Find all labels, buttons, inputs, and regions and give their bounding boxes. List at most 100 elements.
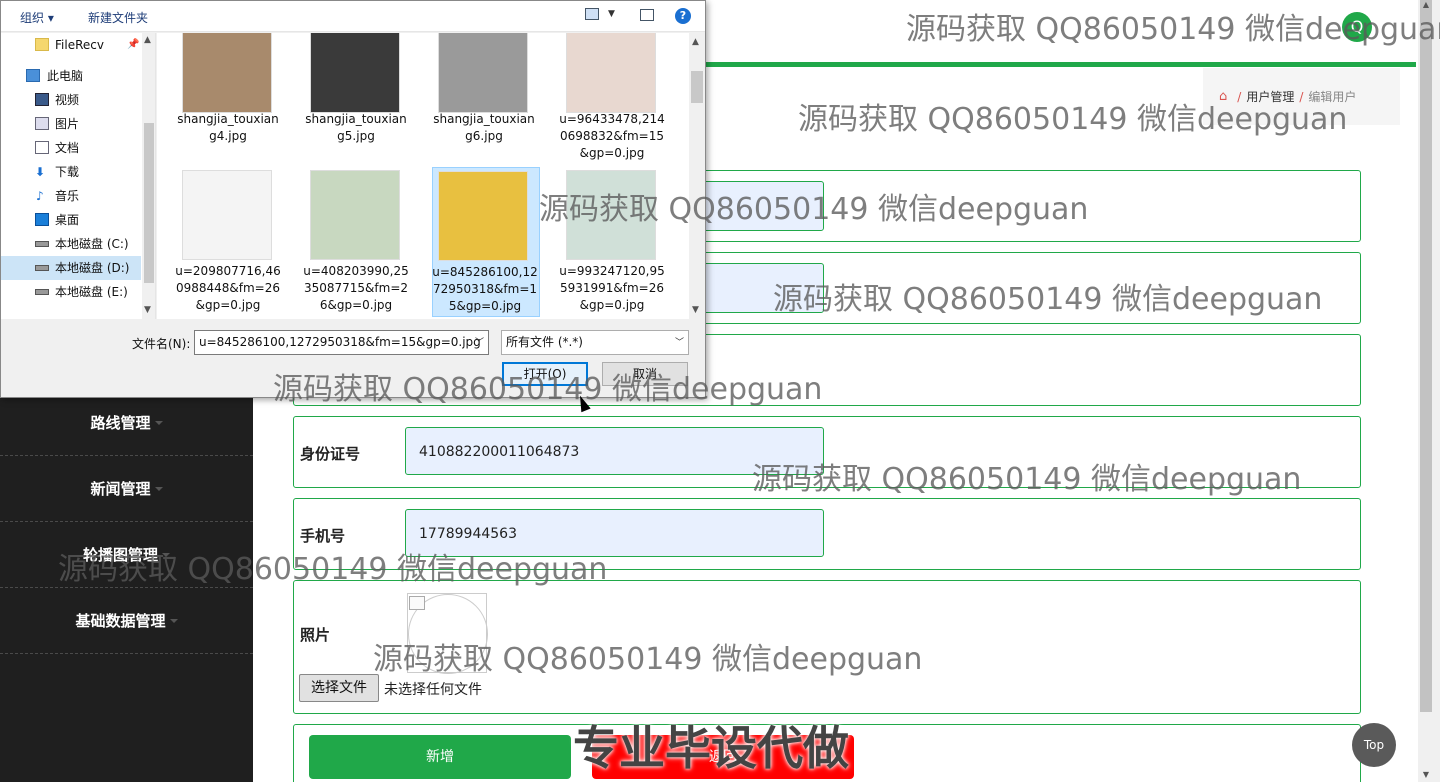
file-name: u=408203990,2535087715&fm=26&gp=0.jpg [303,264,409,312]
file-thumbnail [182,170,272,260]
watermark: 源码获取 QQ86050149 微信deepguan [906,12,1440,47]
file-item[interactable]: u=408203990,2535087715&fm=26&gp=0.jpg [294,167,409,317]
watermark-banner: 专业毕设代做 [573,721,849,775]
file-item[interactable]: u=96433478,2140698832&fm=15&gp=0.jpg [550,33,665,173]
picture-icon [35,117,49,130]
file-item[interactable]: shangjia_touxiang4.jpg [166,33,279,173]
nav-item-label: FileRecv [55,38,104,52]
file-thumbnail [310,170,400,260]
nav-item-label: 图片 [55,117,80,131]
nav-item-drive-e[interactable]: 本地磁盘 (E:) [1,280,141,304]
chevron-down-icon [154,420,163,425]
back-to-top-button[interactable]: Top [1352,723,1396,767]
music-icon: ♪ [36,189,44,203]
file-thumbnail [438,171,528,261]
file-item[interactable]: shangjia_touxiang6.jpg [422,33,535,173]
chevron-down-icon[interactable]: ﹀ [675,335,684,348]
file-name: u=845286100,1272950318&fm=15&gp=0.jpg [432,265,538,313]
chevron-down-icon[interactable]: ﹀ [475,335,484,348]
drive-icon [35,289,49,295]
sidebar-item-label: 新闻管理 [90,480,151,498]
nav-item-drive-d[interactable]: 本地磁盘 (D:) [1,256,141,280]
file-item[interactable]: u=209807716,460988448&fm=26&gp=0.jpg [166,167,281,317]
watermark: 源码获取 QQ86050149 微信deepguan [373,642,923,677]
drive-icon [35,241,49,247]
choose-file-button[interactable]: 选择文件 [299,674,379,702]
video-icon [35,93,49,106]
scroll-up-arrow-icon[interactable]: ▲ [692,37,699,47]
nav-item-label: 此电脑 [47,69,84,83]
sidebar-item-base-data[interactable]: 基础数据管理 [0,588,253,654]
document-icon [35,141,49,154]
id-card-label: 身份证号 [300,445,361,463]
nav-item-music[interactable]: ♪ 音乐 [1,184,141,208]
chevron-down-icon [169,618,178,623]
nav-item-label: 视频 [55,93,80,107]
page-scrollbar-thumb[interactable] [1420,0,1432,712]
sidebar-item-routes[interactable]: 路线管理 [0,390,253,456]
sidebar-item-label: 路线管理 [90,414,151,432]
sidebar-item-news[interactable]: 新闻管理 [0,456,253,522]
scroll-up-arrow-icon[interactable]: ▲ [144,35,151,45]
add-button[interactable]: 新增 [309,735,571,779]
nav-item-this-pc[interactable]: 此电脑 [1,64,141,88]
file-name: shangjia_touxiang5.jpg [305,112,407,143]
watermark: 源码获取 QQ86050149 微信deepguan [539,192,1089,227]
nav-item-documents[interactable]: 文档 [1,136,141,160]
file-thumbnail [566,33,656,113]
desktop-icon [35,213,49,226]
nav-item-drive-c[interactable]: 本地磁盘 (C:) [1,232,141,256]
nav-item-label: 文档 [55,141,80,155]
file-item-selected[interactable]: u=845286100,1272950318&fm=15&gp=0.jpg [432,167,540,317]
pin-icon: 📌 [127,39,140,50]
watermark: 源码获取 QQ86050149 微信deepguan [773,282,1323,317]
nav-item-videos[interactable]: 视频 [1,88,141,112]
drive-icon [35,265,49,271]
scroll-down-arrow-icon[interactable]: ▼ [1420,770,1432,780]
nav-item-label: 音乐 [55,189,80,203]
new-folder-button[interactable]: 新建文件夹 [88,9,148,26]
filename-input[interactable]: u=845286100,1272950318&fm=15&gp=0.jpg [194,330,489,355]
view-mode-icon[interactable] [585,8,599,20]
preview-pane-icon[interactable] [640,9,654,21]
nav-item-downloads[interactable]: ⬇ 下载 [1,160,141,184]
chevron-down-icon[interactable]: ▼ [608,9,615,19]
file-thumbnail [310,33,400,113]
file-type-select[interactable]: 所有文件 (*.*) [501,330,689,355]
nav-item-filerecv[interactable]: FileRecv 📌 [1,33,141,57]
dialog-toolbar: 组织 ▾ 新建文件夹 ▼ ? [1,1,705,32]
watermark: 源码获取 QQ86050149 微信deepguan [798,102,1348,137]
file-name: shangjia_touxiang4.jpg [177,112,279,143]
help-icon[interactable]: ? [675,8,691,24]
scroll-down-arrow-icon[interactable]: ▼ [692,305,699,315]
watermark: 源码获取 QQ86050149 微信deepguan [273,372,823,407]
file-thumbnail [438,33,528,113]
nav-item-label: 本地磁盘 (D:) [55,261,130,275]
phone-label: 手机号 [300,527,346,545]
file-list-scrollbar-thumb[interactable] [691,71,703,103]
file-item[interactable]: shangjia_touxiang5.jpg [294,33,407,173]
computer-icon [26,69,40,82]
nav-item-desktop[interactable]: 桌面 [1,208,141,232]
nav-item-label: 桌面 [55,213,80,227]
chevron-down-icon [154,486,163,491]
nav-scrollbar-thumb[interactable] [144,123,154,283]
filename-label: 文件名(N): [132,337,191,351]
watermark: 源码获取 QQ86050149 微信deepguan [58,552,608,587]
nav-item-label: 本地磁盘 (C:) [55,237,129,251]
nav-item-label: 本地磁盘 (E:) [55,285,128,299]
download-icon: ⬇ [35,165,46,179]
file-thumbnail [182,33,272,113]
folder-icon [35,38,49,51]
file-name: shangjia_touxiang6.jpg [433,112,535,143]
photo-label: 照片 [300,626,331,644]
nav-item-pictures[interactable]: 图片 [1,112,141,136]
file-status: 未选择任何文件 [384,682,482,698]
sidebar-item-label: 基础数据管理 [75,612,166,630]
file-list: shangjia_touxiang4.jpg shangjia_touxiang… [157,33,705,319]
navigation-pane: FileRecv 📌 此电脑 视频 图片 文档 ⬇ 下载 ♪ 音乐 桌面 本地磁… [1,33,156,319]
broken-image-icon [409,596,425,610]
file-name: u=209807716,460988448&fm=26&gp=0.jpg [175,264,281,312]
organize-menu[interactable]: 组织 ▾ [20,9,54,26]
scroll-down-arrow-icon[interactable]: ▼ [144,305,151,315]
